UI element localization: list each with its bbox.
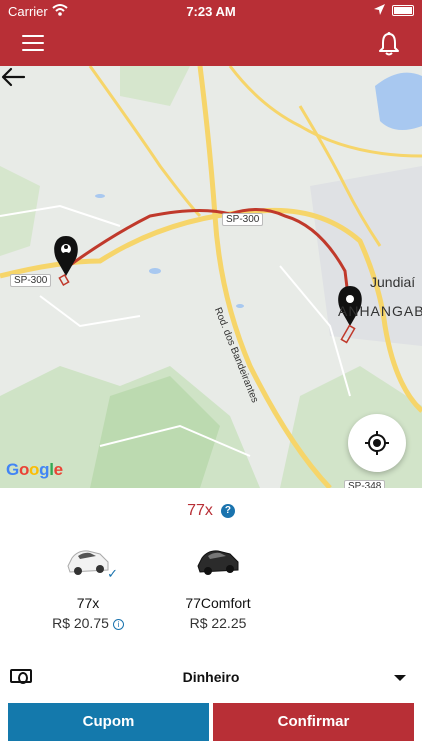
- check-icon: ✓: [107, 566, 118, 581]
- my-location-button[interactable]: [348, 414, 406, 472]
- city-label: ANHANGABAÚ: [338, 303, 422, 319]
- origin-marker: [54, 236, 78, 286]
- route-line: [65, 208, 352, 312]
- vehicle-price: R$ 22.25: [189, 615, 247, 631]
- car-icon: ✓: [64, 540, 118, 581]
- notification-bell-icon[interactable]: [378, 32, 400, 56]
- ride-options-panel: 77x? ✓ 77x R$ 20.75i 77Comfort R$ 22.25: [0, 488, 422, 750]
- status-bar: Carrier 7:23 AM: [0, 0, 422, 22]
- road-label: SP-300: [222, 213, 264, 226]
- hamburger-menu-icon[interactable]: [22, 35, 44, 53]
- vehicle-option-77x[interactable]: ✓ 77x R$ 20.75 i: [28, 540, 148, 631]
- crosshair-icon: [365, 431, 389, 455]
- selected-service-label: 77x: [187, 502, 213, 519]
- vehicle-name: 77x: [76, 595, 100, 611]
- vehicle-name: 77Comfort: [185, 595, 251, 611]
- back-arrow-icon[interactable]: [0, 66, 26, 88]
- battery-icon: [392, 5, 414, 16]
- car-icon: [194, 540, 242, 580]
- help-icon[interactable]: ?: [220, 503, 235, 518]
- confirm-button[interactable]: Confirmar: [213, 703, 414, 741]
- payment-method-selector[interactable]: Dinheiro: [0, 662, 422, 692]
- status-time: 7:23 AM: [186, 4, 236, 19]
- city-label: Jundiaí: [370, 274, 416, 290]
- road-label: SP-300: [10, 274, 52, 287]
- google-logo: Google: [6, 460, 63, 479]
- chevron-down-icon: [394, 675, 406, 681]
- location-arrow-icon: [374, 4, 385, 15]
- coupon-button[interactable]: Cupom: [8, 703, 209, 741]
- road-label: SP-348: [344, 480, 386, 488]
- info-icon[interactable]: i: [112, 618, 124, 630]
- vehicle-price: R$ 20.75 i: [28, 615, 148, 631]
- map-view[interactable]: SP-300 SP-300 SP-348 Rod. dos Bandeirant…: [0, 66, 422, 488]
- payment-method-label: Dinheiro: [182, 669, 240, 685]
- vehicle-option-77comfort[interactable]: 77Comfort R$ 22.25: [158, 540, 278, 631]
- header-bar: [0, 22, 422, 66]
- selected-service-header: 77x?: [0, 502, 422, 520]
